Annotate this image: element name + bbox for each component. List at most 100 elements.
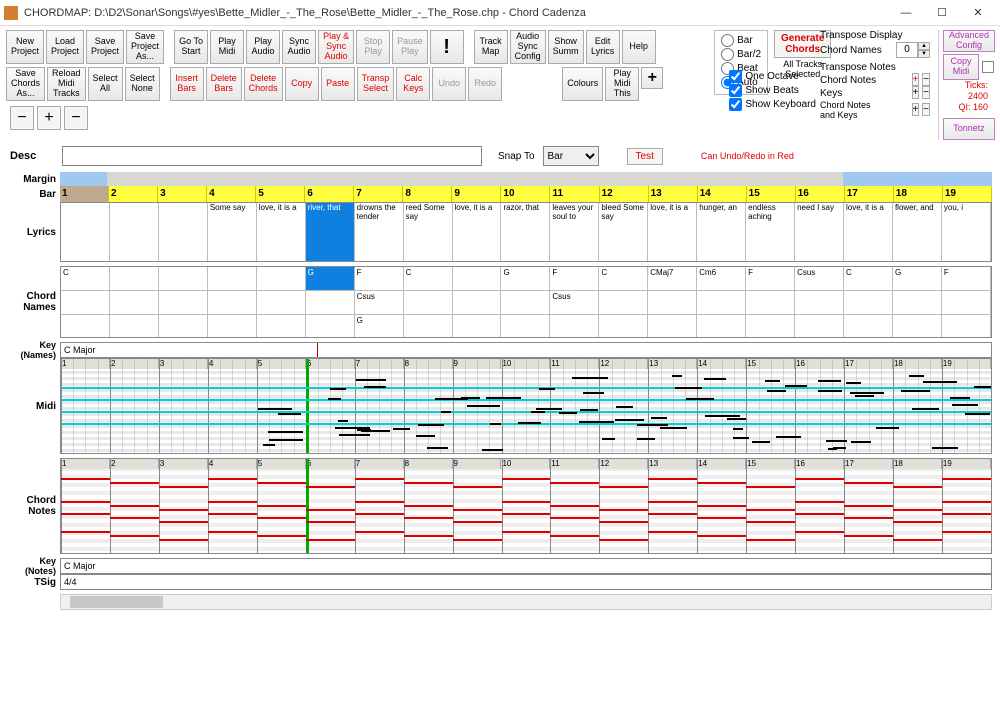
horizontal-scrollbar[interactable] (60, 594, 992, 610)
key-names-track[interactable]: C Major (60, 342, 992, 358)
chord-cell[interactable] (795, 291, 844, 314)
help-button[interactable]: Help (622, 30, 656, 64)
midi-track[interactable]: 12345678910111213141516171819 (60, 358, 992, 454)
pause-play-button[interactable]: Pause Play (392, 30, 428, 64)
plus-button[interactable]: + (641, 67, 663, 89)
stop-play-button[interactable]: Stop Play (356, 30, 390, 64)
radio-bar2[interactable]: Bar/2 (721, 48, 761, 62)
chord-cell[interactable]: F (355, 267, 404, 290)
chord-cell[interactable]: CMaj7 (648, 267, 697, 290)
chord-cell[interactable] (159, 291, 208, 314)
transp-select-button[interactable]: Transp Select (357, 67, 395, 101)
chord-cell[interactable] (404, 315, 453, 338)
chord-cell[interactable] (61, 291, 110, 314)
lyric-cell[interactable]: drowns the tender (355, 203, 404, 261)
reload-midi-tracks-button[interactable]: Reload Midi Tracks (47, 67, 86, 101)
goto-start-button[interactable]: Go To Start (174, 30, 208, 64)
bar-number[interactable]: 4 (207, 186, 256, 202)
key-notes-track[interactable]: C Major (60, 558, 992, 574)
chord-cell[interactable]: C (844, 267, 893, 290)
save-project-as-button[interactable]: Save Project As... (126, 30, 164, 64)
tsig-track[interactable]: 4/4 (60, 574, 992, 590)
chord-cell[interactable]: Csus (550, 291, 599, 314)
chord-cell[interactable] (697, 291, 746, 314)
chord-cell[interactable]: C (599, 267, 648, 290)
chord-cell[interactable] (159, 267, 208, 290)
chord-cell[interactable] (893, 291, 942, 314)
select-all-button[interactable]: Select All (88, 67, 123, 101)
play-audio-button[interactable]: Play Audio (246, 30, 280, 64)
chord-notes-track[interactable]: 12345678910111213141516171819 (60, 458, 992, 554)
lyric-cell[interactable]: bleed Some say (599, 203, 648, 261)
k-plus[interactable]: + (912, 86, 920, 99)
chord-cell[interactable] (208, 267, 257, 290)
bar-number[interactable]: 16 (796, 186, 845, 202)
chord-cell[interactable] (844, 291, 893, 314)
lyric-cell[interactable]: love, it is a (257, 203, 306, 261)
lyric-cell[interactable]: need I say (795, 203, 844, 261)
close-button[interactable]: ✕ (960, 1, 996, 25)
maximize-button[interactable]: ☐ (924, 1, 960, 25)
lyric-cell[interactable]: love, it is a (844, 203, 893, 261)
lyric-cell[interactable]: flower, and (893, 203, 942, 261)
bar-ruler[interactable]: 12345678910111213141516171819 (60, 186, 992, 202)
chord-cell[interactable] (697, 315, 746, 338)
lyrics-track[interactable]: Some saylove, it is ariver, thatdrowns t… (60, 202, 992, 262)
chord-cell[interactable] (844, 315, 893, 338)
bar-number[interactable]: 15 (747, 186, 796, 202)
chord-cell[interactable]: Csus (795, 267, 844, 290)
lyric-cell[interactable]: hunger, an (697, 203, 746, 261)
load-project-button[interactable]: Load Project (46, 30, 84, 64)
bar-number[interactable]: 2 (109, 186, 158, 202)
lyric-cell[interactable]: river, that (306, 203, 355, 261)
bar-number[interactable]: 14 (698, 186, 747, 202)
check-one-octave[interactable]: One Octave (729, 70, 816, 84)
copy-button[interactable]: Copy (285, 67, 319, 101)
chord-cell[interactable] (61, 315, 110, 338)
chord-cell[interactable] (306, 291, 355, 314)
chord-names-track[interactable]: CGFCGFCCMaj7Cm6FCsusCGF CsusCsus G (60, 266, 992, 338)
chord-cell[interactable]: C (61, 267, 110, 290)
zoom-out-button[interactable]: − (10, 106, 34, 130)
play-sync-audio-button[interactable]: Play & Sync Audio (318, 30, 354, 64)
bar-number[interactable]: 6 (305, 186, 354, 202)
calc-keys-button[interactable]: Calc Keys (396, 67, 430, 101)
chord-cell[interactable]: F (746, 267, 795, 290)
chord-cell[interactable]: C (404, 267, 453, 290)
zoom-in-button[interactable]: + (37, 106, 61, 130)
bar-number[interactable]: 11 (550, 186, 599, 202)
advanced-config-button[interactable]: Advanced Config (943, 30, 995, 52)
chord-cell[interactable]: G (306, 267, 355, 290)
chord-cell[interactable] (208, 315, 257, 338)
chord-cell[interactable] (110, 291, 159, 314)
chord-cell[interactable] (599, 291, 648, 314)
check-show-beats[interactable]: Show Beats (729, 84, 816, 98)
chord-cell[interactable]: Csus (355, 291, 404, 314)
chord-cell[interactable] (257, 267, 306, 290)
undo-button[interactable]: Undo (432, 67, 466, 101)
spin-down[interactable]: ▼ (918, 50, 930, 58)
copy-midi-check[interactable] (982, 61, 994, 73)
play-midi-button[interactable]: Play Midi (210, 30, 244, 64)
bar-number[interactable]: 12 (600, 186, 649, 202)
b-plus[interactable]: + (912, 103, 920, 116)
copy-midi-button[interactable]: Copy Midi (943, 54, 979, 80)
chord-cell[interactable] (599, 315, 648, 338)
desc-input[interactable] (62, 146, 482, 166)
bar-number[interactable]: 18 (894, 186, 943, 202)
tonnetz-button[interactable]: Tonnetz (943, 118, 995, 140)
spin-up[interactable]: ▲ (918, 42, 930, 50)
bar-number[interactable]: 5 (256, 186, 305, 202)
play-midi-this-button[interactable]: Play Midi This (605, 67, 639, 101)
chord-cell[interactable] (404, 291, 453, 314)
chord-cell[interactable] (942, 291, 991, 314)
chord-cell[interactable] (648, 291, 697, 314)
lyric-cell[interactable]: Some say (208, 203, 257, 261)
lyric-cell[interactable] (159, 203, 208, 261)
chord-cell[interactable] (453, 291, 502, 314)
chord-cell[interactable] (648, 315, 697, 338)
chord-cell[interactable] (208, 291, 257, 314)
test-button[interactable]: Test (627, 148, 663, 165)
sync-audio-button[interactable]: Sync Audio (282, 30, 316, 64)
colours-button[interactable]: Colours (562, 67, 603, 101)
